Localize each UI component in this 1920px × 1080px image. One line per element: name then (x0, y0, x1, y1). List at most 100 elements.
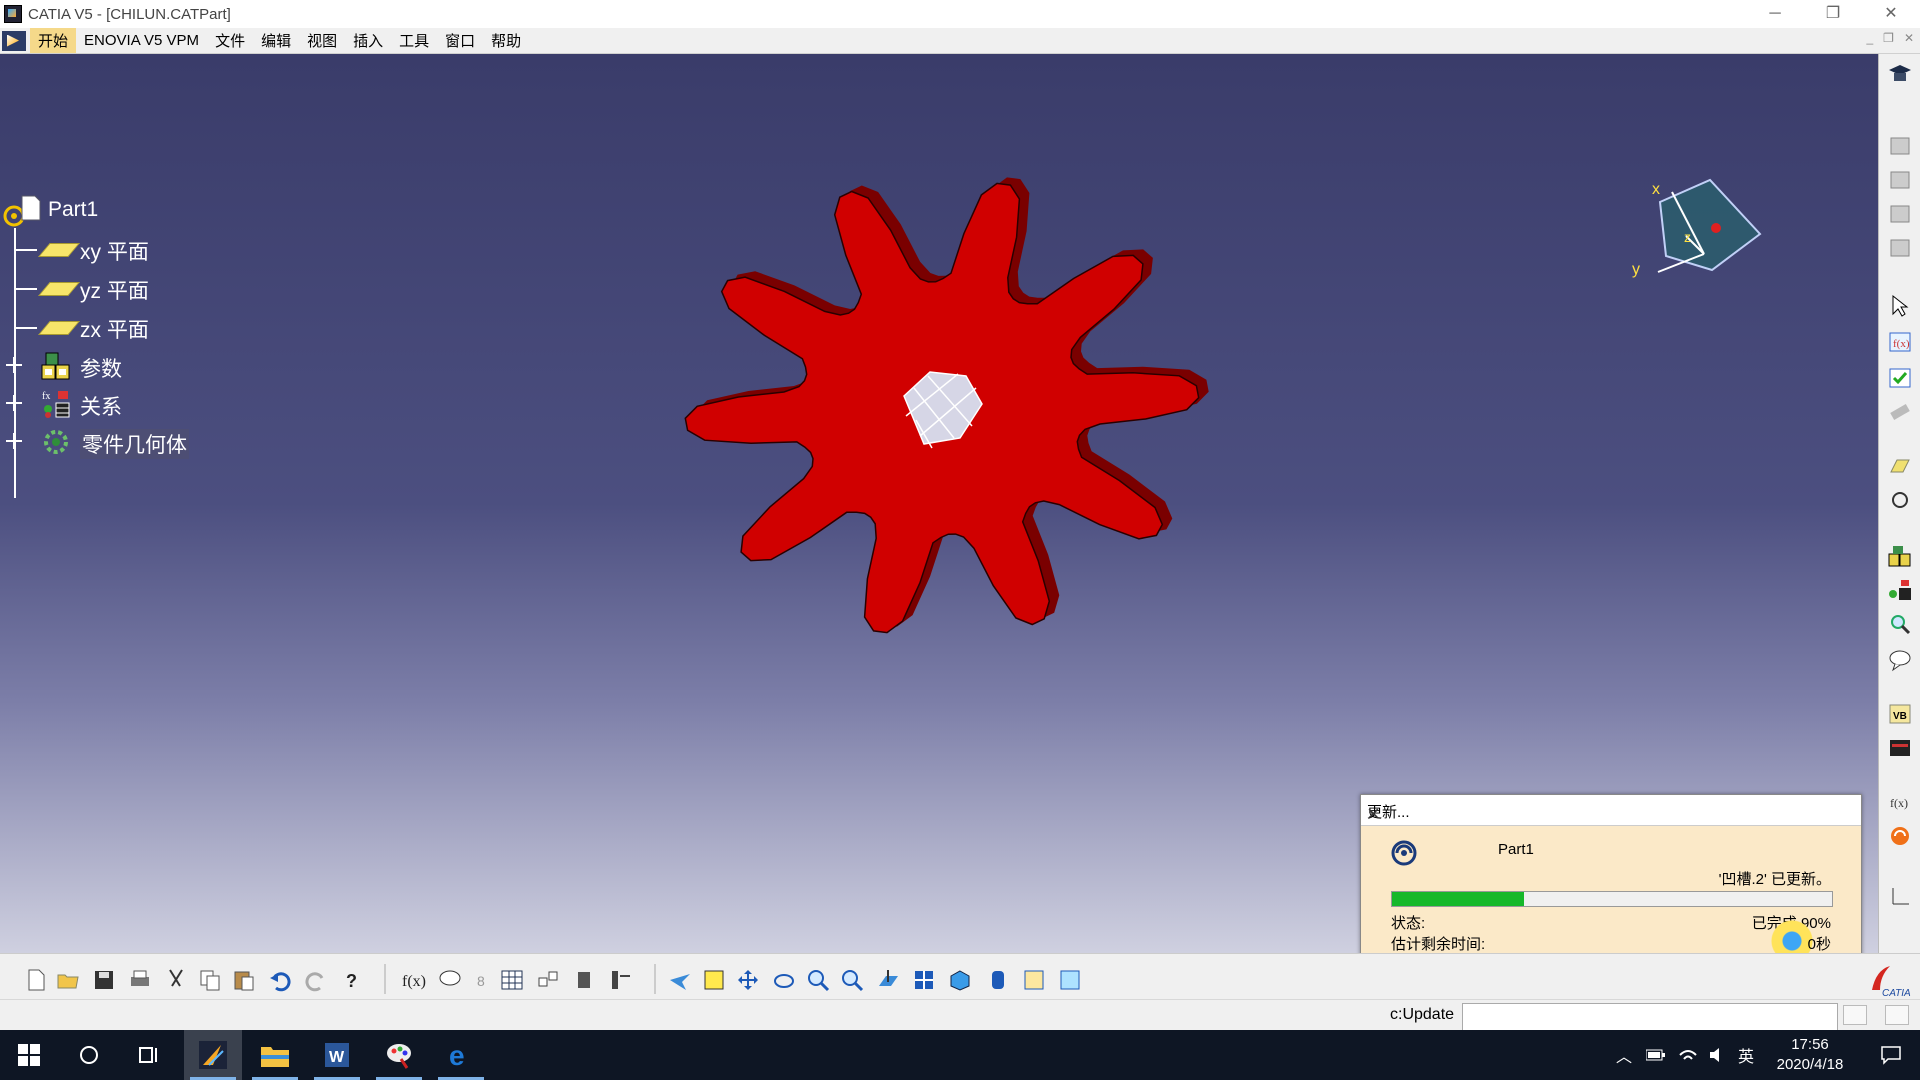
console-icon[interactable] (1887, 736, 1913, 760)
menu-help[interactable]: 帮助 (483, 28, 529, 53)
iso-view-icon[interactable] (948, 968, 972, 992)
sketcher-icon[interactable] (1887, 236, 1913, 260)
axis-system-icon[interactable] (1887, 884, 1913, 908)
doc-minimize-button[interactable]: _ (1866, 31, 1873, 45)
plane-tool-icon[interactable] (1887, 454, 1913, 478)
knowledge-advisor-icon[interactable] (438, 968, 462, 992)
redo-icon[interactable] (304, 968, 328, 992)
relations-icon[interactable] (1887, 578, 1913, 602)
start-button[interactable] (0, 1030, 58, 1080)
parameters-icon[interactable] (1887, 544, 1913, 568)
command-input[interactable] (1462, 1003, 1838, 1031)
expand-icon[interactable] (6, 433, 22, 449)
menu-enovia[interactable]: ENOVIA V5 VPM (76, 30, 207, 51)
formula-icon[interactable]: f(x) (1887, 330, 1913, 354)
normal-view-icon[interactable] (876, 968, 900, 992)
close-icon[interactable]: × (1367, 801, 1851, 827)
fly-mode-icon[interactable] (668, 968, 692, 992)
sketcher-icon[interactable] (1887, 134, 1913, 158)
search-button[interactable] (60, 1030, 118, 1080)
doc-close-button[interactable]: ✕ (1904, 31, 1914, 45)
dialog-title-bar[interactable]: 更新... × (1361, 795, 1861, 826)
minimize-button[interactable]: ─ (1746, 0, 1804, 28)
comment-icon[interactable] (1887, 648, 1913, 672)
status-button[interactable] (1885, 1005, 1909, 1025)
law-icon[interactable]: f(x) (1887, 790, 1913, 814)
workbench-icon[interactable] (1887, 62, 1913, 86)
restore-button[interactable]: ❐ (1804, 0, 1862, 28)
menu-file[interactable]: 文件 (207, 28, 253, 53)
input-method-indicator[interactable]: 英 (1738, 1043, 1754, 1067)
status-button[interactable] (1843, 1005, 1867, 1025)
chevron-up-icon[interactable]: ︿ (1616, 1043, 1632, 1067)
update-icon[interactable] (1887, 824, 1913, 848)
formula-icon[interactable]: f(x) (402, 968, 426, 992)
rotate-view-icon[interactable] (772, 968, 796, 992)
menu-window[interactable]: 窗口 (437, 28, 483, 53)
svg-text:fx: fx (42, 391, 50, 402)
svg-text:f(x): f(x) (1893, 338, 1910, 350)
paint-icon (387, 1044, 411, 1069)
volume-icon[interactable] (1708, 1047, 1728, 1063)
task-view-button[interactable] (120, 1030, 178, 1080)
menu-tools[interactable]: 工具 (391, 28, 437, 53)
close-button[interactable]: ✕ (1862, 0, 1920, 28)
table-icon[interactable] (500, 968, 524, 992)
print-icon[interactable] (128, 968, 152, 992)
update-icon (1391, 840, 1417, 866)
menu-start[interactable]: 开始 (30, 28, 77, 53)
3d-viewport[interactable]: Part1 xy 平面 yz 平面 zx 平面 参数 fx 关系 零件几何体 x… (0, 54, 1878, 953)
measure-icon[interactable] (1887, 400, 1913, 424)
taskbar-paint[interactable] (370, 1030, 428, 1080)
search-icon[interactable] (1887, 612, 1913, 636)
system-clock[interactable]: 17:56 2020/4/18 (1765, 1035, 1855, 1075)
pan-icon[interactable] (736, 968, 760, 992)
swap-space-icon[interactable] (1058, 968, 1082, 992)
document-window-controls: _ ❐ ✕ (1866, 31, 1914, 45)
sketcher-icon[interactable] (1887, 168, 1913, 192)
taskbar-edge[interactable]: e (432, 1030, 490, 1080)
undo-icon[interactable] (268, 968, 292, 992)
tree-label: xy 平面 (80, 241, 149, 264)
relations-icon: fx (42, 391, 70, 418)
action-center-button[interactable] (1862, 1030, 1920, 1080)
doc-restore-button[interactable]: ❐ (1883, 31, 1894, 45)
hide-show-icon[interactable] (1022, 968, 1046, 992)
compass[interactable]: x y z (1600, 144, 1800, 344)
status-bar: c:Update (0, 999, 1920, 1031)
zoom-in-icon[interactable] (806, 968, 830, 992)
parameter-icon[interactable]: 8 (470, 968, 494, 992)
multi-view-icon[interactable] (912, 968, 936, 992)
rotate-icon[interactable] (1887, 488, 1913, 512)
tree-settings-icon[interactable] (608, 968, 632, 992)
shading-icon[interactable] (986, 968, 1010, 992)
menu-view[interactable]: 视图 (299, 28, 345, 53)
open-folder-icon[interactable] (56, 968, 80, 992)
new-icon[interactable] (24, 968, 48, 992)
sketcher-icon[interactable] (1887, 202, 1913, 226)
time-remaining-value: 0秒 (1807, 936, 1831, 953)
select-arrow-icon[interactable] (1887, 294, 1913, 318)
cut-icon[interactable] (164, 968, 188, 992)
catia-menu-logo-icon[interactable] (2, 30, 26, 51)
paste-icon[interactable] (232, 968, 256, 992)
check-icon[interactable] (1887, 366, 1913, 390)
help-icon[interactable]: ? (342, 968, 366, 992)
right-toolbar: f(x) VB f(x) (1878, 54, 1920, 953)
copy-icon[interactable] (198, 968, 222, 992)
wifi-icon[interactable] (1678, 1047, 1698, 1063)
menu-insert[interactable]: 插入 (345, 28, 391, 53)
fit-all-icon[interactable] (702, 968, 726, 992)
taskbar-file-explorer[interactable] (246, 1030, 304, 1080)
vb-macro-icon[interactable]: VB (1887, 702, 1913, 726)
taskbar-catia[interactable] (184, 1030, 242, 1080)
taskbar-word[interactable]: W (308, 1030, 366, 1080)
expand-icon[interactable] (6, 357, 22, 373)
design-table-icon[interactable] (536, 968, 560, 992)
expand-icon[interactable] (6, 395, 22, 411)
macro-icon[interactable] (572, 968, 596, 992)
zoom-out-icon[interactable] (840, 968, 864, 992)
save-icon[interactable] (92, 968, 116, 992)
menu-edit[interactable]: 编辑 (253, 28, 299, 53)
battery-icon[interactable] (1646, 1048, 1666, 1062)
